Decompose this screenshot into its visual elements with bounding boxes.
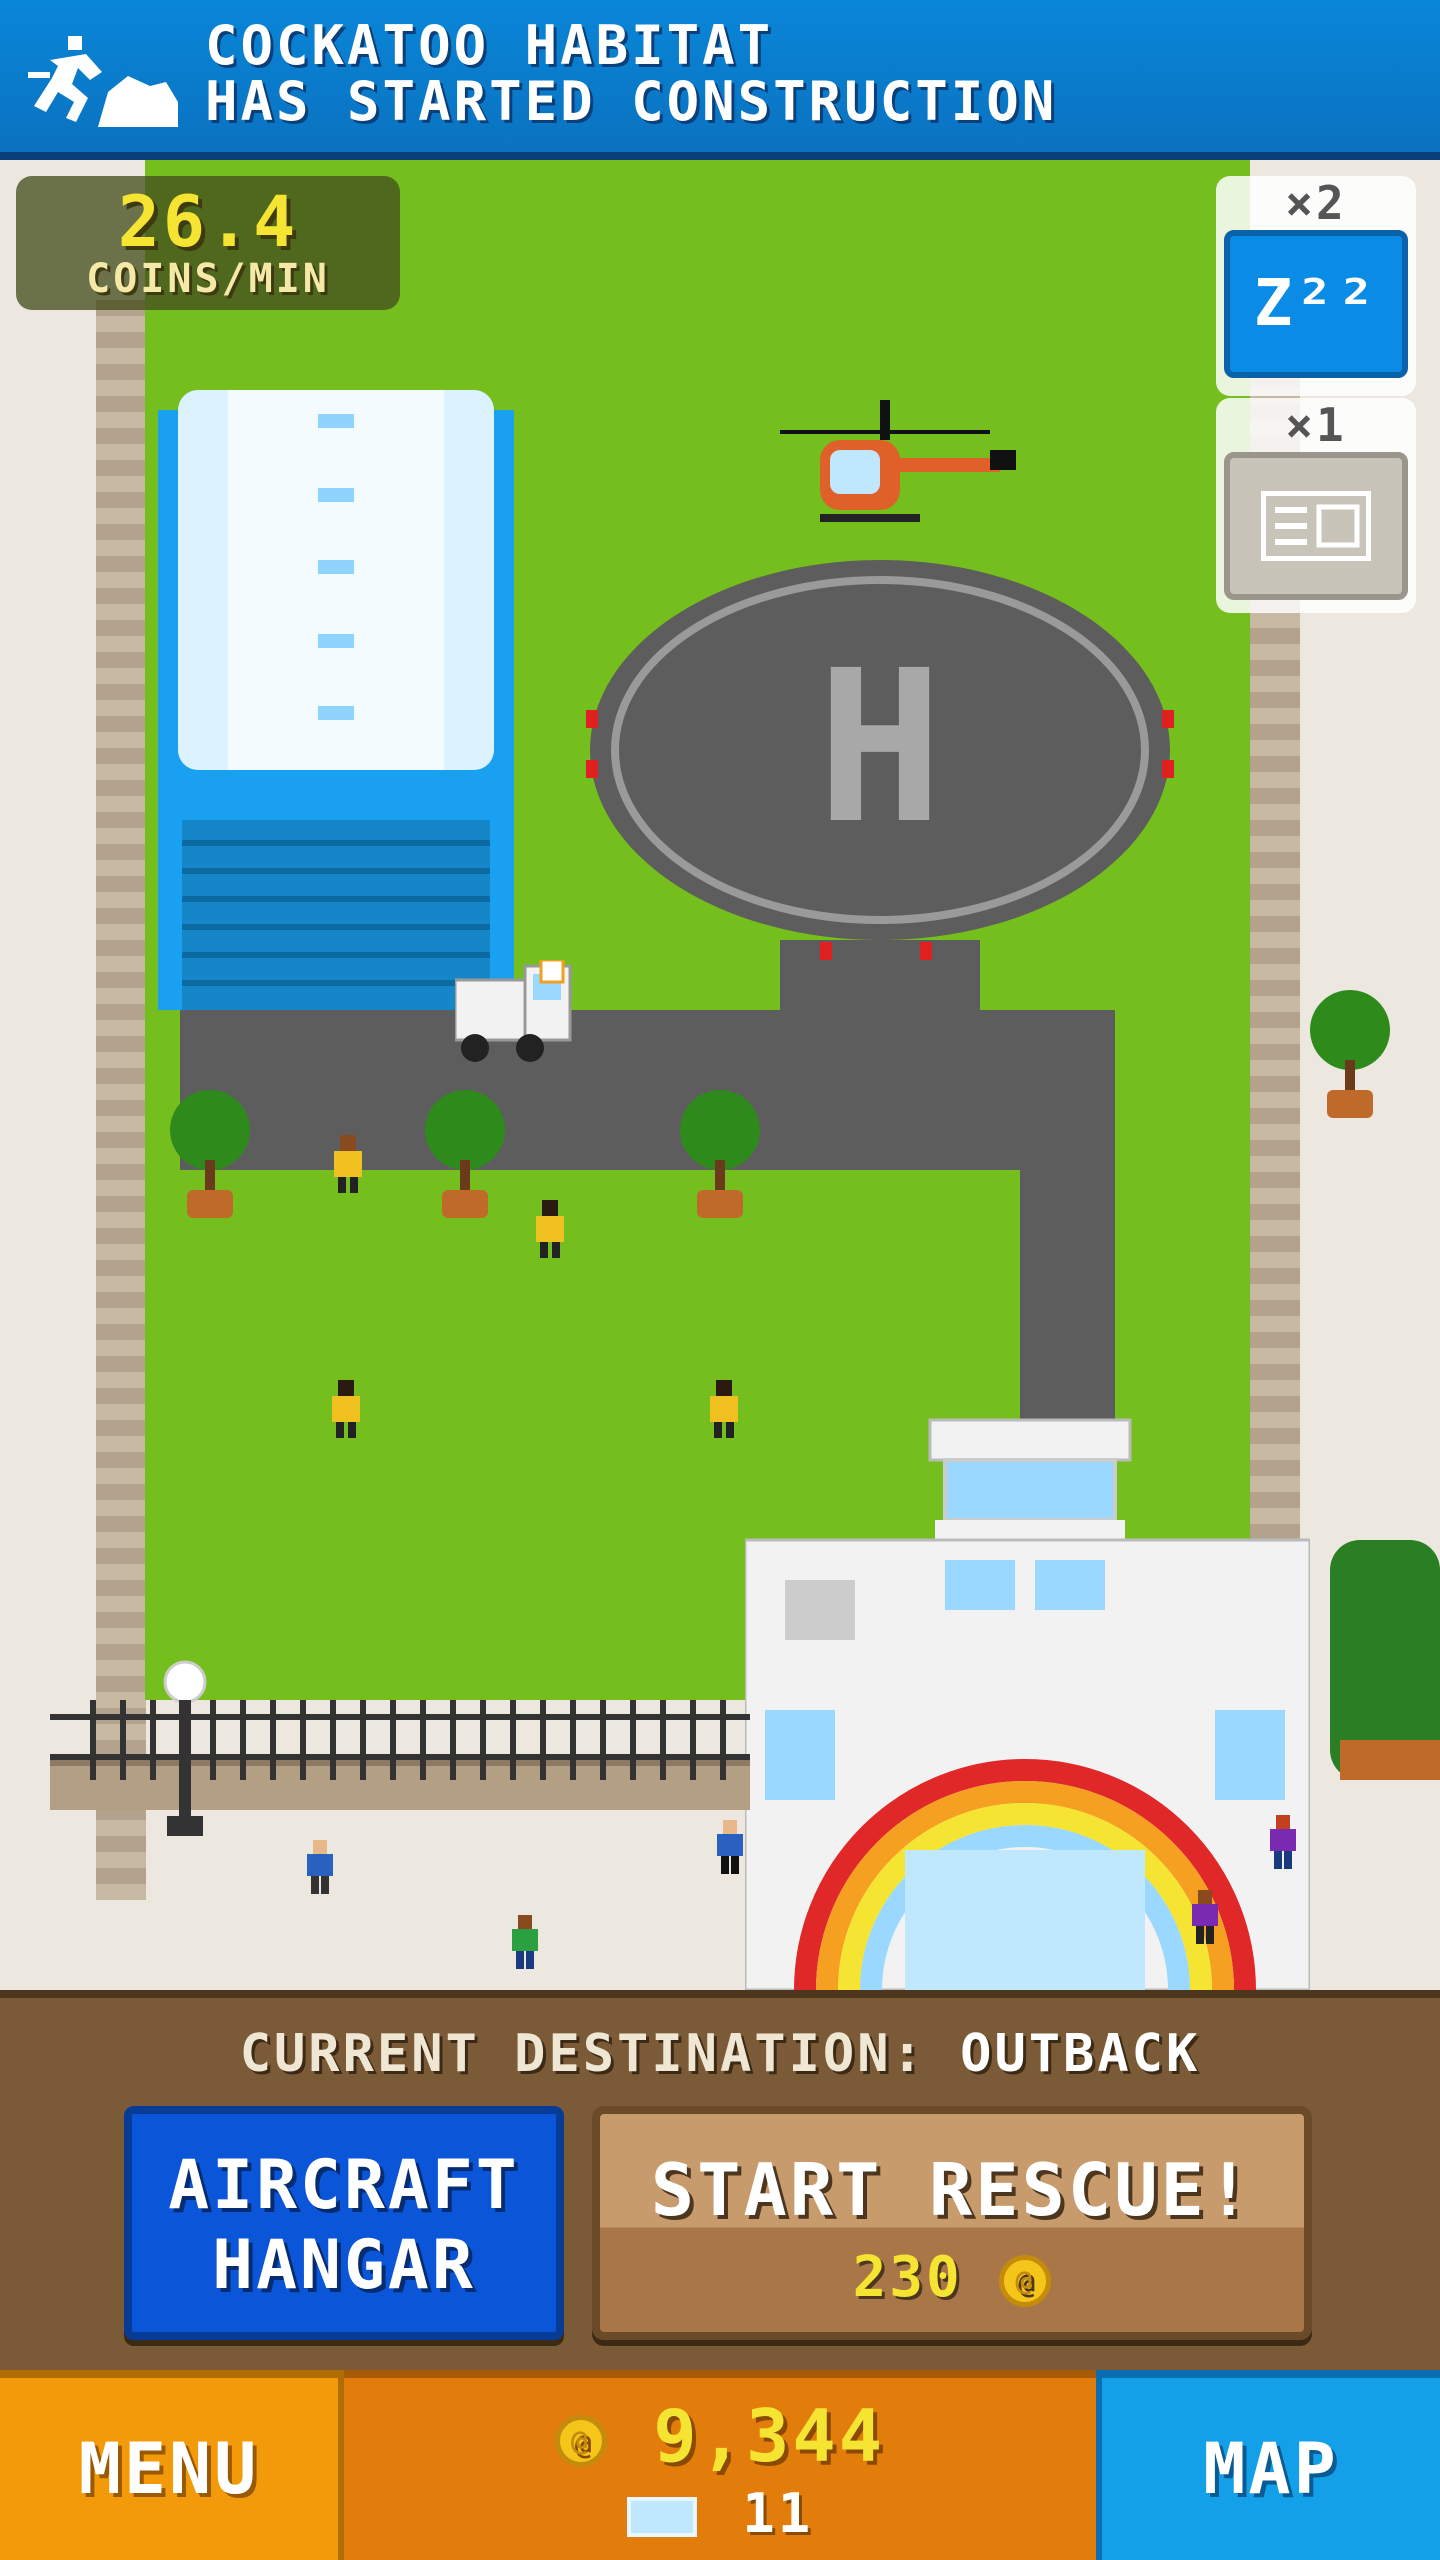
sleep-icon[interactable]: z²² (1224, 230, 1408, 378)
newspaper-icon[interactable] (1224, 452, 1408, 600)
zookeeper[interactable] (328, 1380, 364, 1440)
income-rate-unit: COINS/MIN (86, 256, 330, 302)
hangar-label-line-2: HANGAR (212, 2226, 476, 2305)
booster-newspaper[interactable]: ×1 (1216, 398, 1416, 613)
runner-icon (28, 36, 178, 127)
zookeeper[interactable] (532, 1200, 568, 1260)
ticket-icon (626, 2497, 697, 2538)
start-rescue-label: START RESCUE! (650, 2148, 1254, 2232)
income-rate-value: 26.4 (117, 181, 299, 263)
visitor[interactable] (510, 1915, 540, 1971)
ticket-balance: 11 (344, 2484, 1096, 2544)
notification-line-2: HAS STARTED CONSTRUCTION (205, 70, 1058, 133)
ticket-balance-value: 11 (742, 2482, 814, 2545)
hangar-label-line-1: AIRCRAFT (168, 2146, 520, 2225)
map-button[interactable]: MAP (1096, 2370, 1440, 2560)
bottom-nav: MENU @ 9,344 11 MAP (0, 2370, 1440, 2560)
visitor[interactable] (715, 1820, 745, 1876)
coin-icon: @ (999, 2254, 1052, 2307)
visitor[interactable] (305, 1840, 335, 1896)
notification-banner[interactable]: COCKATOO HABITAT HAS STARTED CONSTRUCTIO… (0, 0, 1440, 160)
notification-line-1: COCKATOO HABITAT (205, 14, 774, 77)
tree-potted (170, 1090, 250, 1218)
visitor[interactable] (1268, 1815, 1298, 1871)
helipad[interactable]: H (580, 550, 1180, 970)
coin-balance-value: 9,344 (653, 2394, 886, 2478)
wallet-display: @ 9,344 11 (344, 2370, 1096, 2560)
tree-potted (1310, 990, 1390, 1118)
coin-balance: @ 9,344 (344, 2396, 1096, 2476)
destination-panel: CURRENT DESTINATION: OUTBACK AIRCRAFT HA… (0, 1990, 1440, 2370)
visitor-center[interactable] (745, 1390, 1310, 1990)
coin-icon: @ (554, 2415, 607, 2468)
service-truck[interactable] (455, 960, 575, 1070)
start-rescue-button[interactable]: START RESCUE! 230 @ (592, 2106, 1312, 2340)
booster-newspaper-multiplier: ×1 (1285, 398, 1347, 452)
street-lamp (163, 1660, 207, 1836)
rescue-cost: 230 @ (600, 2246, 1304, 2310)
tree-potted (425, 1090, 505, 1218)
left-wall (96, 300, 146, 1900)
visitor[interactable] (1190, 1890, 1220, 1946)
helicopter[interactable] (780, 400, 1040, 550)
hedge-bush (1330, 1540, 1440, 1780)
hangar-building[interactable] (158, 390, 514, 1010)
helipad-h-marking: H (817, 625, 943, 870)
destination-label: CURRENT DESTINATION: (239, 2024, 926, 2084)
aircraft-hangar-button[interactable]: AIRCRAFT HANGAR (124, 2106, 564, 2340)
booster-sleep-multiplier: ×2 (1285, 176, 1347, 230)
menu-button[interactable]: MENU (0, 2370, 344, 2560)
rescue-cost-value: 230 (852, 2245, 963, 2310)
income-rate-badge: 26.4 COINS/MIN (16, 176, 400, 310)
zookeeper[interactable] (330, 1135, 366, 1195)
current-destination: CURRENT DESTINATION: OUTBACK (0, 2024, 1440, 2084)
booster-sleep[interactable]: ×2 z²² (1216, 176, 1416, 396)
tree-potted (680, 1090, 760, 1218)
destination-value: OUTBACK (960, 2024, 1201, 2084)
zookeeper[interactable] (706, 1380, 742, 1440)
